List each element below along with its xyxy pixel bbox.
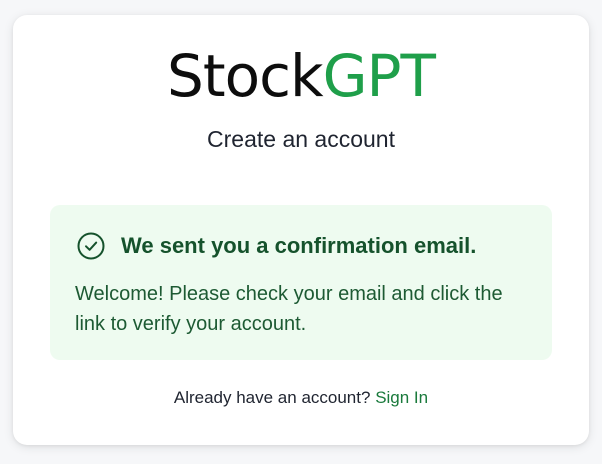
alert-title: We sent you a confirmation email. (121, 233, 477, 258)
page-subtitle: Create an account (207, 126, 395, 152)
logo-text-stock: Stock (167, 42, 324, 110)
confirmation-alert: We sent you a confirmation email. Welcom… (50, 205, 552, 360)
signin-prompt-text: Already have an account? (173, 388, 371, 407)
signin-link[interactable]: Sign In (375, 388, 428, 407)
stockgpt-logo: StockGPT (13, 45, 589, 107)
check-circle-icon (76, 231, 106, 261)
signup-card: StockGPT Create an account We sent you a… (13, 15, 589, 445)
alert-title-row: We sent you a confirmation email. (76, 231, 476, 261)
alert-message: Welcome! Please check your email and cli… (75, 283, 503, 335)
signin-prompt: Already have an account? Sign In (13, 387, 589, 409)
logo-text-gpt: GPT (322, 42, 436, 110)
